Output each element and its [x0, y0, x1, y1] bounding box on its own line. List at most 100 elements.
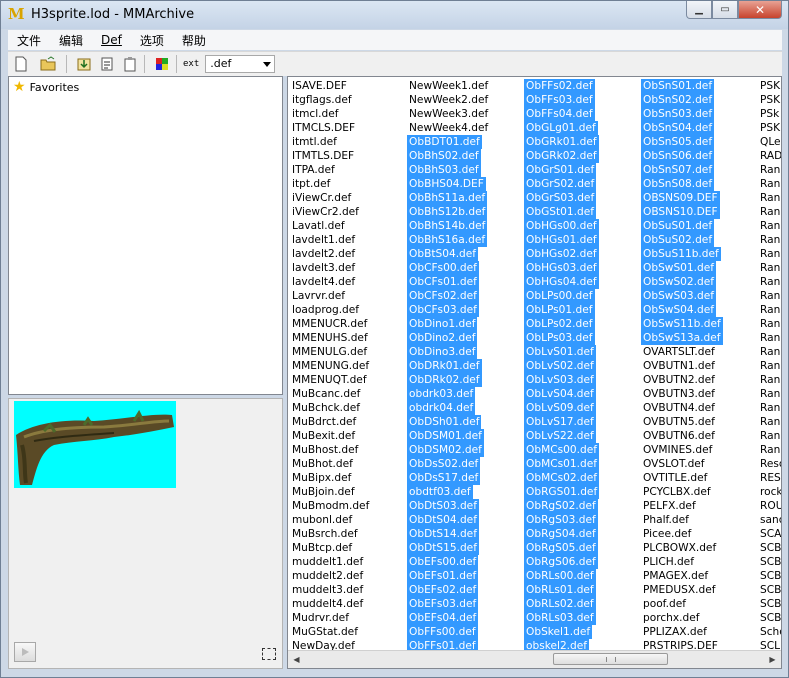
list-item[interactable]: ObSnS07.def — [641, 163, 723, 177]
list-item[interactable]: ISAVE.DEF — [290, 79, 371, 93]
list-item[interactable]: ObRgS06.def — [524, 555, 599, 569]
list-item[interactable]: OVBUTN4.def — [641, 401, 723, 415]
tree-item-favorites[interactable]: ★ Favorites — [13, 79, 79, 95]
list-item[interactable]: ObSwS13a.def — [641, 331, 723, 345]
list-item[interactable]: MuBexit.def — [290, 429, 371, 443]
list-item[interactable]: ObRGS01.def — [524, 485, 600, 499]
palette-button[interactable] — [152, 54, 172, 74]
list-item[interactable]: rock — [758, 485, 781, 499]
list-item[interactable]: lavdelt3.def — [290, 261, 371, 275]
list-item[interactable]: ObDRk01.def — [407, 359, 490, 373]
list-item[interactable]: ObSnS05.def — [641, 135, 723, 149]
list-item[interactable]: SCB — [758, 541, 781, 555]
fit-size-icon[interactable] — [262, 648, 276, 660]
list-item[interactable]: obdrk03.def — [407, 387, 490, 401]
maximize-button[interactable]: ▭ — [712, 1, 738, 19]
list-item[interactable]: Schc — [758, 625, 781, 639]
open-file-button[interactable] — [34, 54, 62, 74]
list-item[interactable]: PLCBOWX.def — [641, 541, 723, 555]
list-item[interactable]: MMENUNG.def — [290, 359, 371, 373]
list-item[interactable]: Ran — [758, 233, 781, 247]
list-item[interactable]: ObDRk02.def — [407, 373, 490, 387]
list-item[interactable]: PCYCLBX.def — [641, 485, 723, 499]
list-item[interactable]: ObDtS03.def — [407, 499, 490, 513]
list-item[interactable]: ObFFs02.def — [524, 79, 599, 93]
list-item[interactable]: Picee.def — [641, 527, 723, 541]
list-item[interactable]: NewWeek1.def — [407, 79, 490, 93]
list-item[interactable]: ObBhS16a.def — [407, 233, 490, 247]
list-item[interactable]: ObCFs02.def — [407, 289, 490, 303]
list-item[interactable]: itmcl.def — [290, 107, 371, 121]
list-item[interactable]: PSK — [758, 121, 781, 135]
list-item[interactable]: OVSLOT.def — [641, 457, 723, 471]
minimize-button[interactable]: ▁ — [686, 1, 712, 19]
list-item[interactable]: ObRgS04.def — [524, 527, 599, 541]
list-item[interactable]: OVMINES.def — [641, 443, 723, 457]
list-item[interactable]: Ran — [758, 191, 781, 205]
list-item[interactable]: Ran — [758, 443, 781, 457]
list-item[interactable]: ObSwS03.def — [641, 289, 723, 303]
list-item[interactable]: Ran — [758, 387, 781, 401]
list-item[interactable]: ObDino1.def — [407, 317, 490, 331]
list-item[interactable]: MuBhot.def — [290, 457, 371, 471]
list-item[interactable]: ObSnS04.def — [641, 121, 723, 135]
list-item[interactable]: obdtf03.def — [407, 485, 490, 499]
list-item[interactable]: lavdelt1.def — [290, 233, 371, 247]
list-item[interactable]: ObBhS11a.def — [407, 191, 490, 205]
list-item[interactable]: RAD — [758, 149, 781, 163]
list-item[interactable]: OBSNS10.DEF — [641, 205, 723, 219]
list-item[interactable]: OVBUTN3.def — [641, 387, 723, 401]
list-item[interactable]: Lavrvr.def — [290, 289, 371, 303]
list-item[interactable]: ObBhS03.def — [407, 163, 490, 177]
list-item[interactable]: ObCFs01.def — [407, 275, 490, 289]
list-item[interactable]: NewWeek3.def — [407, 107, 490, 121]
list-item[interactable]: ObBhS02.def — [407, 149, 490, 163]
list-item[interactable]: ObFFs00.def — [407, 625, 490, 639]
list-item[interactable]: ObDtS14.def — [407, 527, 490, 541]
list-item[interactable]: NewWeek2.def — [407, 93, 490, 107]
list-item[interactable]: Ran — [758, 219, 781, 233]
list-item[interactable]: Ran — [758, 205, 781, 219]
list-item[interactable]: Ran — [758, 317, 781, 331]
list-item[interactable]: OVARTSLT.def — [641, 345, 723, 359]
list-item[interactable]: ObSkel1.def — [524, 625, 599, 639]
list-item[interactable]: Phalf.def — [641, 513, 723, 527]
list-item[interactable]: ObGRk01.def — [524, 135, 599, 149]
list-item[interactable]: Ran — [758, 177, 781, 191]
list-item[interactable]: ObBhS14b.def — [407, 219, 490, 233]
list-item[interactable]: SCA — [758, 527, 781, 541]
list-item[interactable]: ObLPs01.def — [524, 303, 599, 317]
list-item[interactable]: MMENUQT.def — [290, 373, 371, 387]
list-item[interactable]: ObGRk02.def — [524, 149, 599, 163]
list-item[interactable]: mubonl.def — [290, 513, 371, 527]
list-item[interactable]: ObEFs02.def — [407, 583, 490, 597]
list-item[interactable]: ObRgS02.def — [524, 499, 599, 513]
list-item[interactable]: ObGSt01.def — [524, 205, 599, 219]
list-item[interactable]: obdrk04.def — [407, 401, 490, 415]
list-item[interactable]: ObRLs01.def — [524, 583, 599, 597]
list-item[interactable]: ObMCs00.def — [524, 443, 599, 457]
list-item[interactable]: ObLPs03.def — [524, 331, 599, 345]
menu-def[interactable]: Def — [92, 33, 131, 47]
list-item[interactable]: ObLvS17.def — [524, 415, 599, 429]
list-item[interactable]: MuBtcp.def — [290, 541, 371, 555]
list-item[interactable]: OBSNS09.DEF — [641, 191, 723, 205]
list-item[interactable]: ObSnS08.def — [641, 177, 723, 191]
file-list[interactable]: ISAVE.DEF itgflags.def itmcl.def ITMCLS.DEF… — [287, 76, 782, 669]
list-item[interactable]: ObMCs02.def — [524, 471, 599, 485]
list-item[interactable]: ObGrS01.def — [524, 163, 599, 177]
list-item[interactable]: PSk — [758, 107, 781, 121]
list-item[interactable]: MuBipx.def — [290, 471, 371, 485]
list-item[interactable]: Ran — [758, 275, 781, 289]
list-item[interactable]: MMENUHS.def — [290, 331, 371, 345]
list-item[interactable]: ObDino2.def — [407, 331, 490, 345]
list-item[interactable]: MuBjoin.def — [290, 485, 371, 499]
list-item[interactable]: Mudrvr.def — [290, 611, 371, 625]
list-item[interactable]: ObDtS15.def — [407, 541, 490, 555]
list-item[interactable]: OVBUTN1.def — [641, 359, 723, 373]
new-file-button[interactable] — [11, 54, 31, 74]
list-item[interactable]: ObDSh01.def — [407, 415, 490, 429]
list-item[interactable]: Ran — [758, 429, 781, 443]
list-item[interactable]: ObHGs03.def — [524, 261, 599, 275]
title-bar[interactable]: M H3sprite.lod - MMArchive ▁ ▭ ✕ — [1, 1, 788, 29]
